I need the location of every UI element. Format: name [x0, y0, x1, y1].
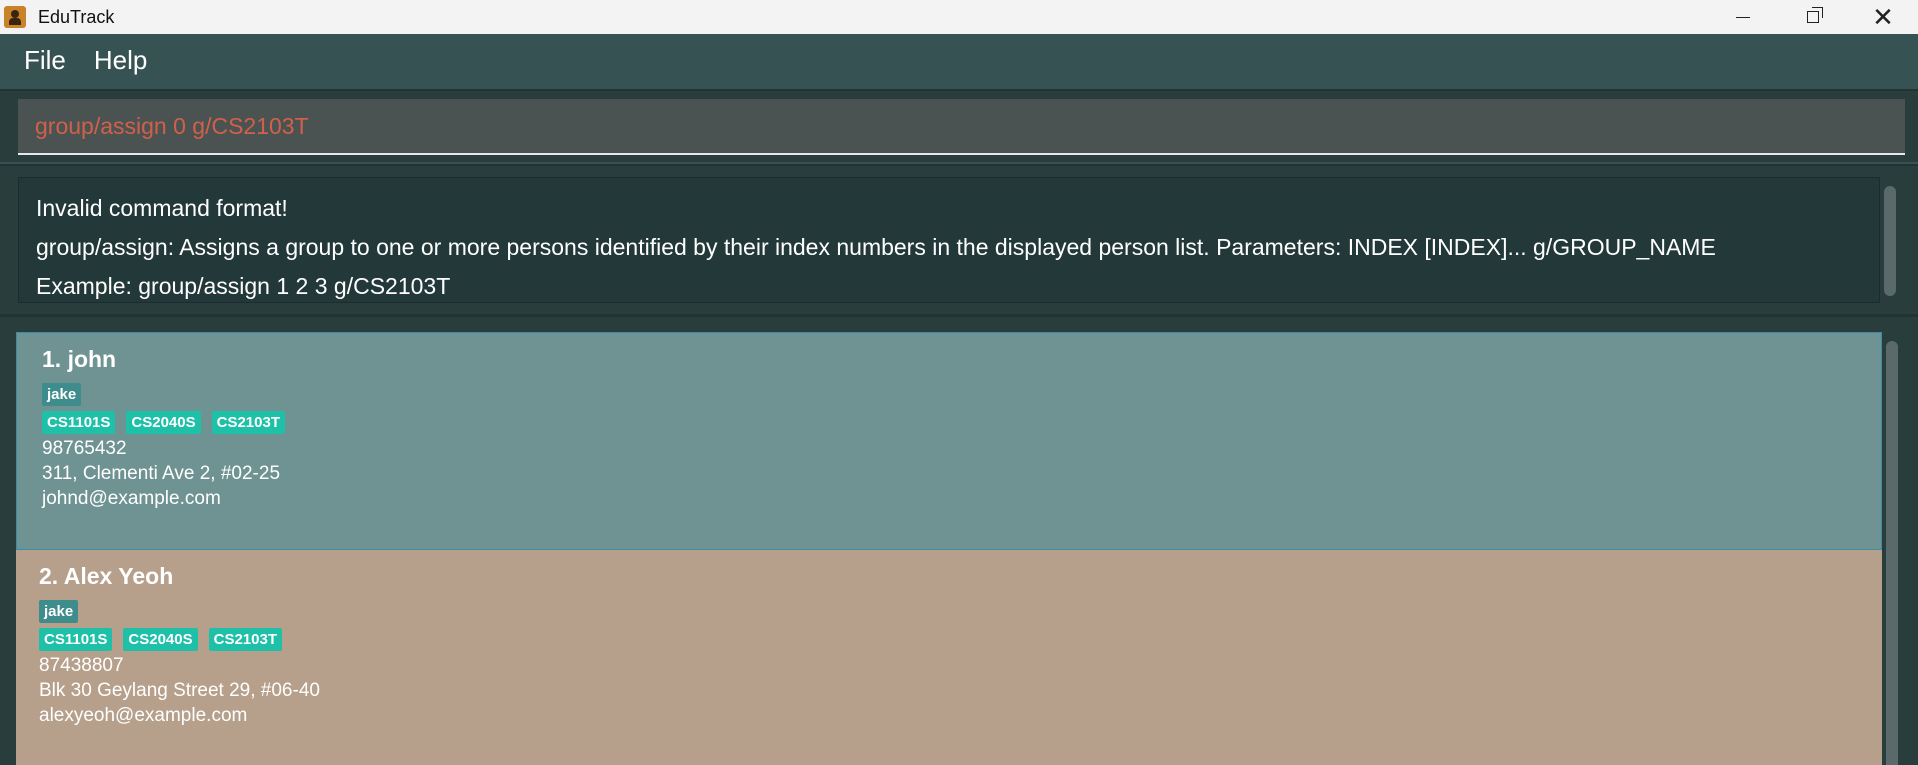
- person-email: johnd@example.com: [42, 488, 221, 509]
- group-tag: CS2103T: [211, 410, 285, 434]
- group-tags: CS1101S CS2040S CS2103T: [39, 625, 1882, 653]
- minimize-button[interactable]: [1708, 0, 1778, 34]
- alias-tag: jake: [42, 382, 82, 406]
- group-tag: CS1101S: [42, 410, 116, 434]
- person-address: Blk 30 Geylang Street 29, #06-40: [39, 680, 320, 701]
- person-phone: 98765432: [42, 438, 127, 459]
- command-input[interactable]: group/assign 0 g/CS2103T: [18, 99, 1905, 155]
- group-tag: CS1101S: [39, 627, 113, 651]
- person-address: 311, Clementi Ave 2, #02-25: [42, 463, 281, 484]
- person-card[interactable]: 2. Alex Yeoh jake CS1101S CS2040S CS2103…: [16, 550, 1882, 765]
- person-name: 1. john: [42, 346, 117, 372]
- alias-tag: jake: [39, 599, 79, 623]
- person-icon: [4, 6, 26, 28]
- close-icon: ✕: [1872, 2, 1894, 32]
- person-card[interactable]: 1. john jake CS1101S CS2040S CS2103T 987…: [16, 332, 1882, 550]
- command-box-container: group/assign 0 g/CS2103T: [0, 89, 1918, 162]
- result-display-container: Invalid command format! group/assign: As…: [0, 164, 1918, 314]
- result-line: group/assign: Assigns a group to one or …: [36, 234, 1716, 260]
- group-tags: CS1101S CS2040S CS2103T: [42, 408, 1881, 436]
- result-line: Invalid command format!: [36, 195, 288, 221]
- group-tag: CS2040S: [126, 410, 201, 434]
- menu-help[interactable]: Help: [94, 45, 147, 76]
- alias-tags: jake: [42, 380, 1881, 408]
- restore-icon: [1807, 7, 1823, 23]
- result-scrollbar[interactable]: [1884, 186, 1896, 296]
- person-list-scrollbar[interactable]: [1886, 341, 1898, 765]
- person-name: 2. Alex Yeoh: [39, 563, 174, 589]
- alias-tags: jake: [39, 597, 1882, 625]
- restore-button[interactable]: [1778, 0, 1848, 34]
- result-display[interactable]: Invalid command format! group/assign: As…: [18, 177, 1880, 303]
- close-button[interactable]: ✕: [1848, 0, 1918, 34]
- person-phone: 87438807: [39, 655, 124, 676]
- group-tag: CS2040S: [123, 627, 198, 651]
- group-tag: CS2103T: [208, 627, 282, 651]
- menu-bar: File Help: [0, 34, 1918, 87]
- person-list-container: 1. john jake CS1101S CS2040S CS2103T 987…: [0, 314, 1918, 765]
- minimize-icon: [1736, 16, 1750, 18]
- person-list: 1. john jake CS1101S CS2040S CS2103T 987…: [16, 332, 1882, 765]
- result-line: Example: group/assign 1 2 3 g/CS2103T: [36, 273, 451, 299]
- title-bar: EduTrack ✕: [0, 0, 1918, 34]
- window-title: EduTrack: [38, 6, 115, 27]
- menu-file[interactable]: File: [24, 45, 66, 76]
- window-controls: ✕: [1708, 0, 1918, 34]
- command-input-text: group/assign 0 g/CS2103T: [35, 113, 309, 139]
- person-email: alexyeoh@example.com: [39, 705, 248, 726]
